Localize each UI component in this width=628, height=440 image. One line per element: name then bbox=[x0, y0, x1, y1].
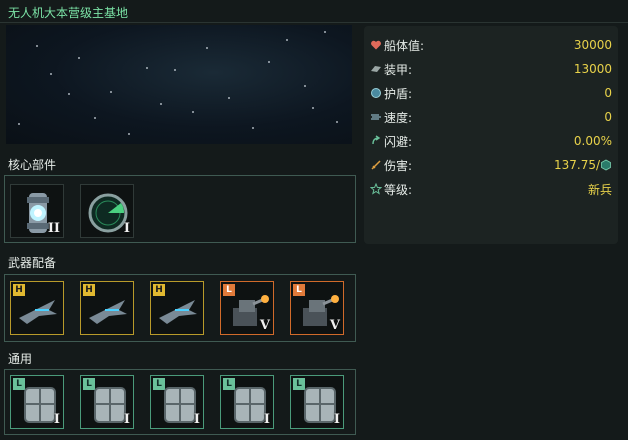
star-icon bbox=[369, 182, 383, 195]
speed-icon bbox=[370, 111, 382, 123]
general-slot-4[interactable]: L I bbox=[220, 375, 274, 429]
core-slot-2[interactable]: I bbox=[80, 184, 134, 238]
ship-preview bbox=[6, 25, 352, 144]
general-slot-3[interactable]: L I bbox=[150, 375, 204, 429]
stat-hull: 船体值: 30000 bbox=[370, 36, 612, 54]
stat-damage: 伤害: 137.75/ bbox=[370, 156, 612, 174]
weapon-slot-2[interactable]: H bbox=[80, 281, 134, 335]
window-title: 无人机大本营级主基地 bbox=[8, 6, 129, 20]
stat-rank: 等级: 新兵 bbox=[369, 180, 612, 198]
stats-panel: 船体值: 30000 装甲: 13000 护盾: 0 速度: 0 闪避: 0.0… bbox=[364, 26, 618, 244]
heart-icon bbox=[370, 39, 382, 51]
fighter-icon bbox=[89, 300, 127, 324]
title-divider bbox=[0, 22, 628, 23]
general-slot-1[interactable]: L I bbox=[10, 375, 64, 429]
hex-icon bbox=[601, 159, 611, 171]
shield-icon bbox=[370, 87, 382, 99]
section-core-title: 核心部件 bbox=[8, 158, 57, 172]
weapon-slot-5[interactable]: L V bbox=[290, 281, 344, 335]
weapon-slot-1[interactable]: H bbox=[10, 281, 64, 335]
armor-icon bbox=[370, 63, 382, 75]
weapon-slot-4[interactable]: L V bbox=[220, 281, 274, 335]
fighter-icon bbox=[159, 300, 197, 324]
general-slot-2[interactable]: L I bbox=[80, 375, 134, 429]
evade-icon bbox=[370, 135, 382, 147]
stat-shield: 护盾: 0 bbox=[370, 84, 612, 102]
section-general-title: 通用 bbox=[8, 352, 33, 366]
stat-evade: 闪避: 0.00% bbox=[370, 132, 612, 150]
weapon-slot-3[interactable]: H bbox=[150, 281, 204, 335]
fighter-icon bbox=[19, 300, 57, 324]
stat-speed: 速度: 0 bbox=[370, 108, 612, 126]
stat-armor: 装甲: 13000 bbox=[370, 60, 612, 78]
damage-icon bbox=[370, 159, 382, 171]
core-slot-1[interactable]: II bbox=[10, 184, 64, 238]
general-slot-5[interactable]: L I bbox=[290, 375, 344, 429]
section-weapons-title: 武器配备 bbox=[8, 256, 57, 270]
